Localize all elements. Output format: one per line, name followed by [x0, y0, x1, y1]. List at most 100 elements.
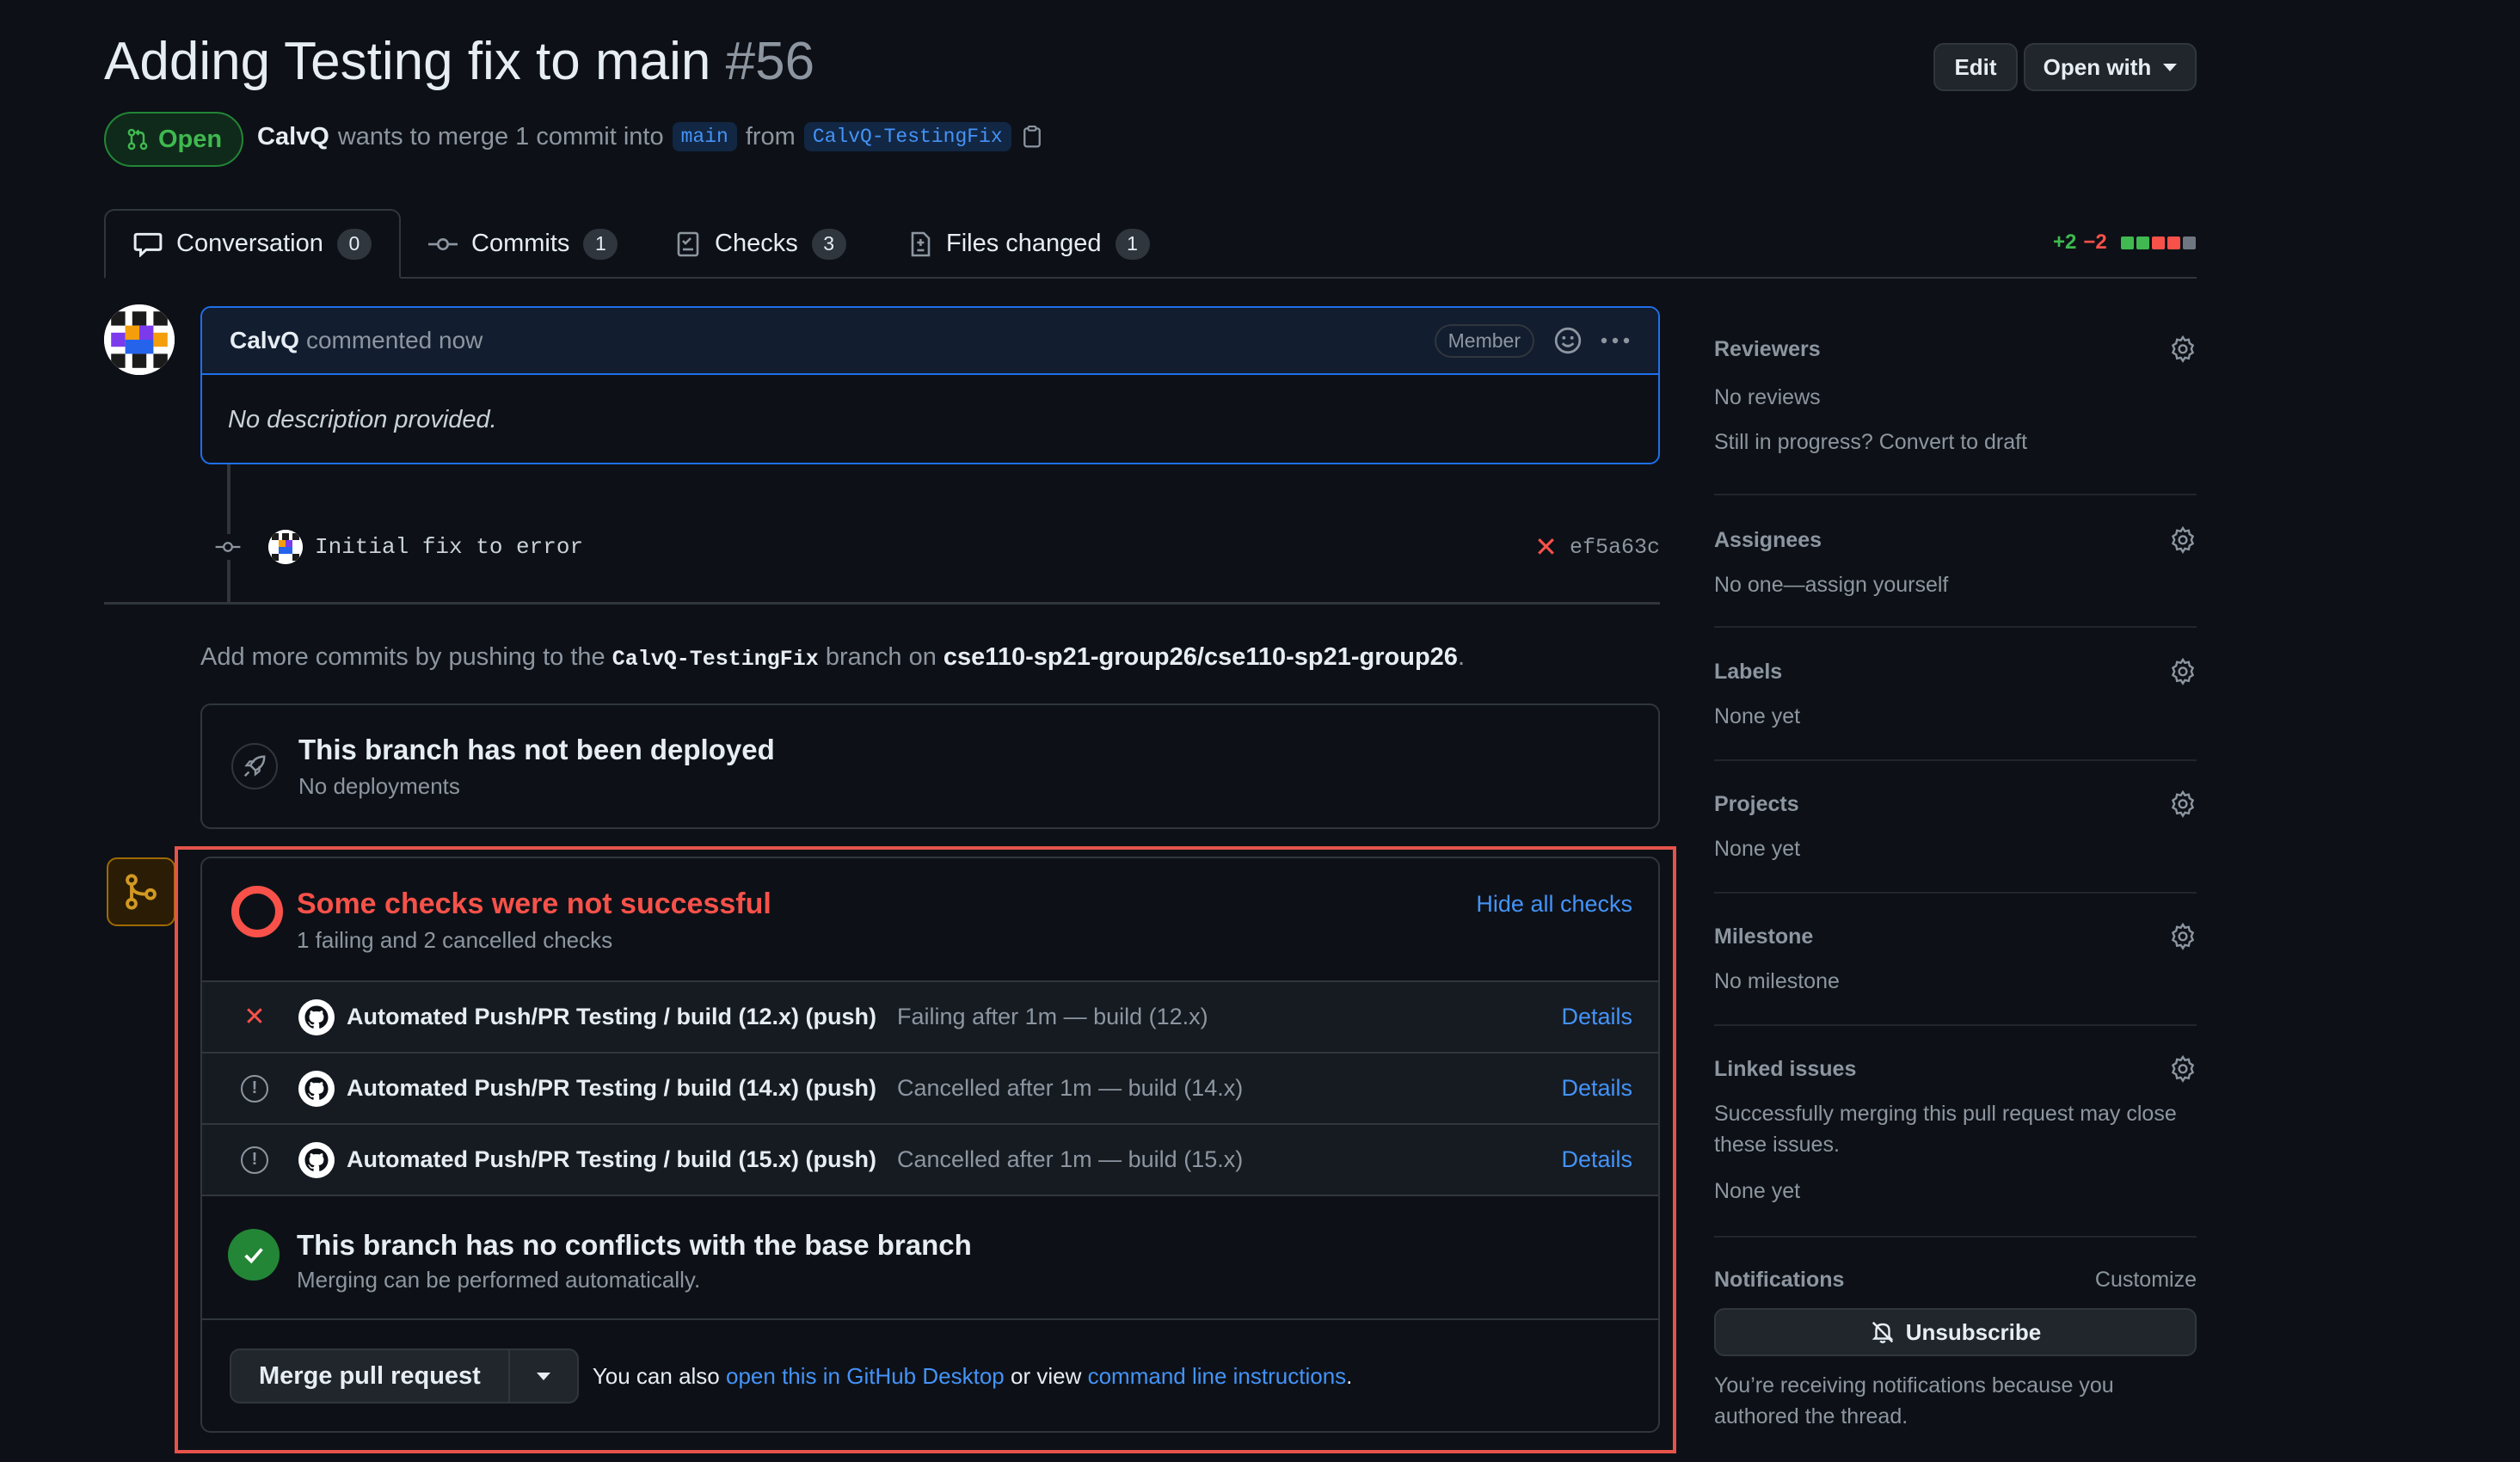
sidebar-value: None yet: [1714, 837, 1801, 861]
gear-icon[interactable]: [2169, 923, 2197, 950]
tabs-underline: [104, 277, 2197, 279]
pr-state-badge: Open: [104, 112, 243, 167]
customize-link[interactable]: Customize: [2095, 1268, 2197, 1293]
edit-button[interactable]: Edit: [1933, 43, 2018, 91]
tab-files-changed[interactable]: Files changed 1: [908, 209, 1150, 279]
notification-reason: You’re receiving notifications because y…: [1714, 1373, 2114, 1428]
tab-counter: 1: [583, 228, 618, 260]
comment-header: CalvQ commented now Member: [202, 308, 1658, 375]
tab-counter: 0: [336, 228, 372, 260]
push-note-suffix: .: [1457, 643, 1465, 671]
gear-icon[interactable]: [2169, 658, 2197, 685]
assign-yourself-link[interactable]: No one—assign yourself: [1714, 569, 2197, 600]
kebab-horizontal-icon[interactable]: [1600, 336, 1631, 345]
diffstat: +2 −2: [2053, 230, 2196, 255]
diffstat-deletions: −2: [2083, 230, 2107, 254]
open-with-label: Open with: [2043, 53, 2152, 80]
tab-label: Conversation: [176, 230, 323, 257]
sidebar-title: Linked issues: [1714, 1056, 1857, 1081]
pr-merge-text: wants to merge 1 commit into: [337, 122, 664, 150]
push-note: Add more commits by pushing to the CalvQ…: [200, 643, 1465, 672]
chevron-down-icon: [2163, 63, 2178, 71]
sidebar-title: Projects: [1714, 791, 1799, 816]
git-merge-icon: [107, 857, 175, 926]
tab-label: Commits: [471, 230, 570, 257]
checklist-icon: [677, 231, 699, 256]
sidebar-value: None yet: [1714, 704, 1801, 728]
sidebar-labels: Labels None yet: [1714, 658, 2197, 761]
bell-slash-icon: [1872, 1321, 1894, 1343]
copy-icon[interactable]: [1020, 124, 1044, 150]
file-diff-icon: [911, 231, 931, 256]
diffstat-block: [2120, 236, 2134, 249]
commit-sha-group: ✕ ef5a63c: [1534, 531, 1660, 563]
smiley-icon[interactable]: [1553, 326, 1583, 355]
pr-state-label: Open: [157, 125, 223, 153]
push-note-repo: cse110-sp21-group26/cse110-sp21-group26: [943, 643, 1458, 671]
unsubscribe-label: Unsubscribe: [1905, 1318, 2042, 1345]
commit-author-avatar[interactable]: [268, 530, 303, 564]
sidebar-projects: Projects None yet: [1714, 790, 2197, 894]
comment-time[interactable]: commented now: [306, 327, 482, 354]
unsubscribe-button[interactable]: Unsubscribe: [1714, 1308, 2197, 1356]
pr-from-text: from: [745, 122, 796, 150]
gear-icon[interactable]: [2169, 1055, 2197, 1083]
commit-icon: [215, 534, 241, 560]
timeline-divider: [104, 602, 1660, 605]
diffstat-block: [2136, 236, 2149, 249]
tab-label: Files changed: [946, 230, 1102, 257]
commit-sha[interactable]: ef5a63c: [1570, 535, 1660, 560]
base-branch[interactable]: main: [672, 122, 737, 151]
sidebar-reviewers: Reviewers No reviews Still in progress? …: [1714, 335, 2197, 495]
x-icon[interactable]: ✕: [1534, 531, 1558, 563]
pr-title-text: Adding Testing fix to main: [104, 32, 711, 91]
deploy-subtitle: No deployments: [298, 772, 460, 799]
comment-icon: [133, 232, 163, 257]
identicon: [104, 304, 175, 375]
push-note-prefix: Add more commits by pushing to the: [200, 643, 605, 671]
pr-author[interactable]: CalvQ: [257, 123, 329, 151]
gear-icon[interactable]: [2169, 790, 2197, 818]
deployment-card: This branch has not been deployed No dep…: [200, 703, 1660, 829]
head-branch[interactable]: CalvQ-TestingFix: [803, 122, 1011, 151]
sidebar-title: Reviewers: [1714, 336, 1821, 361]
avatar[interactable]: [104, 304, 175, 375]
sidebar-value: No milestone: [1714, 969, 1840, 993]
rocket-icon: [231, 743, 278, 789]
push-note-middle: branch on: [825, 643, 937, 671]
open-with-button[interactable]: Open with: [2024, 43, 2197, 91]
sidebar-value: No reviews: [1714, 385, 1821, 409]
sidebar-title: Labels: [1714, 659, 1783, 684]
page-title: Adding Testing fix to main #56: [104, 31, 814, 92]
sidebar-title: Notifications: [1714, 1268, 1845, 1292]
commit-icon: [428, 237, 458, 250]
tab-conversation[interactable]: Conversation 0: [104, 209, 401, 279]
sidebar-linked-issues: Linked issues Successfully merging this …: [1714, 1055, 2197, 1238]
gear-icon[interactable]: [2169, 335, 2197, 363]
comment-author[interactable]: CalvQ: [230, 327, 299, 354]
push-note-branch: CalvQ-TestingFix: [612, 647, 819, 672]
commit-message[interactable]: Initial fix to error: [315, 534, 583, 560]
sidebar-notifications: Notifications Customize Unsubscribe You’…: [1714, 1268, 2197, 1457]
diffstat-blocks: [2120, 236, 2196, 249]
deploy-title: This branch has not been deployed: [298, 733, 775, 765]
diffstat-block: [2167, 236, 2180, 249]
tab-checks[interactable]: Checks 3: [675, 209, 846, 279]
edit-button-label: Edit: [1954, 53, 1997, 80]
comment-card: CalvQ commented now Member No descriptio…: [200, 306, 1660, 464]
sidebar-assignees: Assignees No one—assign yourself: [1714, 526, 2197, 628]
sidebar-title: Assignees: [1714, 527, 1822, 552]
diffstat-block: [2151, 236, 2165, 249]
tab-label: Checks: [715, 230, 798, 257]
pr-meta: CalvQ wants to merge 1 commit into main …: [257, 122, 1044, 151]
tab-counter: 3: [811, 228, 846, 260]
tab-commits[interactable]: Commits 1: [428, 209, 618, 279]
sidebar-milestone: Milestone No milestone: [1714, 923, 2197, 1026]
convert-to-draft-link[interactable]: Still in progress? Convert to draft: [1714, 427, 2197, 458]
pr-number: #56: [725, 32, 815, 91]
comment-body: No description provided.: [228, 406, 497, 433]
diffstat-block: [2182, 236, 2196, 249]
gear-icon[interactable]: [2169, 526, 2197, 554]
highlight-box: [175, 846, 1676, 1453]
diffstat-additions: +2: [2053, 230, 2077, 254]
